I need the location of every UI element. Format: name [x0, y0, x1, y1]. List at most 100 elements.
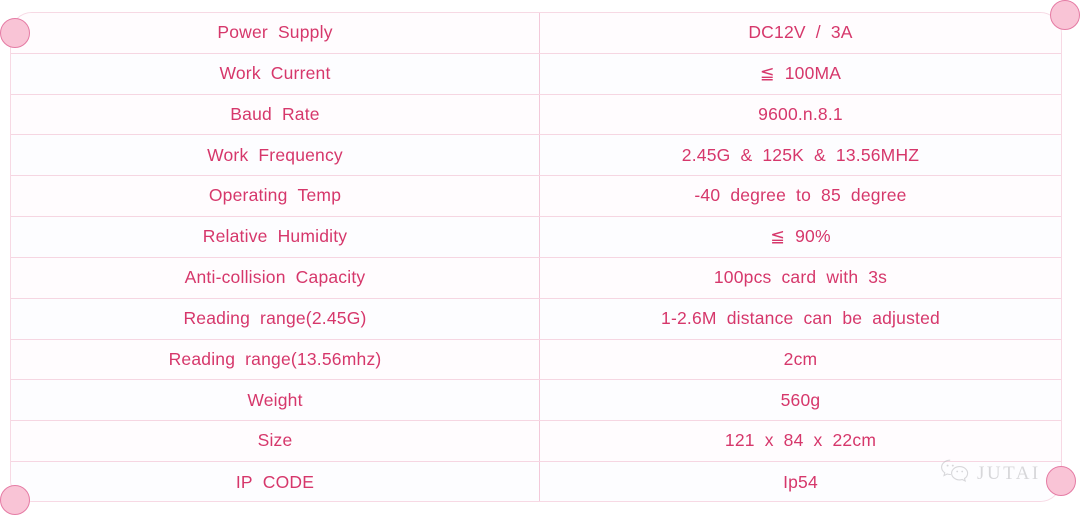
spec-value-cell-token: 100pcs: [713, 267, 772, 288]
corner-dot-bottom-right: [1046, 466, 1076, 496]
specifications-table: Power Supply DC12V / 3A Work Current ≦ 100MA Baud…: [10, 12, 1062, 502]
spec-label-cell-token: Power: [217, 22, 268, 43]
table-row: Weight 560g: [11, 380, 1061, 422]
spec-value-cell-token: 2cm: [783, 348, 818, 369]
spec-sheet-canvas: Power Supply DC12V / 3A Work Current ≦ 100MA Baud…: [0, 0, 1080, 517]
spec-label-cell-token: Operating: [208, 185, 288, 206]
spec-value-cell-token: be: [842, 307, 863, 328]
spec-label-cell: IP CODE: [11, 462, 540, 501]
spec-label-cell-token: Baud: [230, 103, 272, 124]
spec-label-cell-token: Rate: [281, 103, 320, 124]
spec-label-cell-token: range(2.45G): [260, 307, 367, 328]
spec-value-cell-token: to: [796, 185, 812, 206]
spec-value-cell-token: card: [781, 267, 817, 288]
spec-value-cell-token: with: [826, 267, 859, 288]
spec-value-cell-token: 1-2.6M: [661, 307, 717, 328]
spec-value-cell-token: /: [815, 22, 821, 43]
spec-value-cell: 2cm: [540, 340, 1061, 380]
spec-value-cell-token: can: [803, 307, 833, 328]
table-row: Size 121 x 84 x 22cm: [11, 421, 1061, 463]
corner-dot-top-left: [0, 18, 30, 48]
spec-label-cell-token: Supply: [277, 22, 333, 43]
spec-label-cell-token: Anti-collision: [184, 267, 286, 288]
spec-value-cell: DC12V / 3A: [540, 13, 1061, 53]
spec-label-cell: Size: [11, 421, 540, 462]
spec-value-cell: -40 degree to 85 degree: [540, 176, 1061, 216]
spec-value-cell: 2.45G & 125K & 13.56MHZ: [540, 135, 1061, 175]
spec-value-cell-token: 9600.n.8.1: [758, 103, 843, 124]
spec-value-cell-token: distance: [726, 307, 794, 328]
table-row: Reading range(2.45G) 1-2.6M distance can be ad…: [11, 298, 1061, 340]
spec-label-cell-token: CODE: [262, 471, 315, 492]
spec-value-cell-token: Ip54: [783, 471, 818, 492]
spec-value-cell: ≦ 100MA: [540, 54, 1061, 94]
spec-value-cell-token: 125K: [762, 144, 805, 165]
spec-value-cell-token: 3s: [868, 267, 888, 288]
watermark-brand: JUTAI: [977, 462, 1041, 484]
spec-value-cell: 9600.n.8.1: [540, 95, 1061, 135]
spec-label-cell-token: Relative: [202, 226, 268, 247]
spec-value-cell-token: ≦: [770, 226, 786, 247]
spec-label-cell: Power Supply: [11, 13, 540, 53]
spec-label-cell-token: Weight: [247, 389, 303, 410]
table-row: Relative Humidity ≦ 90%: [11, 217, 1061, 258]
spec-label-cell: Reading range(13.56mhz): [11, 339, 540, 380]
spec-label-cell-token: Frequency: [258, 144, 343, 165]
spec-value-cell-token: 2.45G: [681, 144, 731, 165]
spec-label-cell: Reading range(2.45G): [11, 298, 540, 339]
spec-label-cell: Relative Humidity: [11, 217, 540, 257]
spec-value-cell-token: 85: [821, 185, 841, 206]
spec-label-cell: Anti-collision Capacity: [11, 257, 540, 298]
spec-value-cell-token: degree: [730, 185, 787, 206]
spec-value-cell-token: degree: [850, 185, 907, 206]
spec-value-cell-token: 3A: [830, 22, 853, 43]
table-row: Power Supply DC12V / 3A: [11, 13, 1061, 54]
spec-label-cell: Baud Rate: [11, 94, 540, 135]
spec-label-cell-token: Size: [257, 430, 293, 451]
spec-label-cell-token: range(13.56mhz): [245, 348, 382, 369]
table-row: Reading range(13.56mhz) 2cm: [11, 339, 1061, 381]
spec-value-cell-token: 121: [724, 430, 755, 451]
spec-label-cell: Work Frequency: [11, 135, 540, 176]
spec-value-cell-token: 13.56MHZ: [835, 144, 920, 165]
spec-value-cell-token: 560g: [780, 389, 821, 410]
spec-label-cell-token: Work: [207, 144, 249, 165]
spec-value-cell: 121 x 84 x 22cm: [540, 421, 1061, 461]
spec-value-cell: 100pcs card with 3s: [540, 258, 1061, 298]
spec-label-cell-token: Work: [219, 62, 261, 83]
spec-value-cell-token: x: [813, 430, 823, 451]
spec-value-cell: 560g: [540, 380, 1061, 420]
wechat-icon: [940, 458, 970, 489]
spec-value-cell-token: 84: [783, 430, 804, 451]
spec-value-cell-token: ≦: [759, 62, 775, 83]
spec-label-cell-token: Temp: [297, 185, 342, 206]
table-row: Work Frequency 2.45G & 125K & 13.56MHZ: [11, 135, 1061, 177]
spec-label-cell: Work Current: [11, 53, 540, 94]
spec-value-cell-token: 100MA: [784, 62, 842, 83]
spec-value-cell-token: &: [814, 144, 826, 165]
corner-dot-bottom-left: [0, 485, 30, 515]
spec-label-cell-token: Reading: [168, 348, 236, 369]
table-row: Baud Rate 9600.n.8.1: [11, 94, 1061, 136]
table-row: Anti-collision Capacity 100pcs card with 3s: [11, 257, 1061, 299]
spec-value-cell: 1-2.6M distance can be adjusted: [540, 299, 1061, 339]
spec-value-cell-token: -40: [694, 185, 721, 206]
table-row: IP CODE Ip54: [11, 462, 1061, 501]
watermark: JUTAI: [940, 458, 1041, 489]
table-row: Operating Temp -40 degree to 85 degree: [11, 176, 1061, 218]
spec-label-cell-token: Current: [270, 62, 331, 83]
spec-label-cell-token: Humidity: [277, 226, 348, 247]
spec-label-cell-token: IP: [235, 471, 253, 492]
corner-dot-top-right: [1050, 0, 1080, 30]
spec-value-cell: ≦ 90%: [540, 217, 1061, 257]
spec-label-cell-token: Capacity: [295, 267, 366, 288]
spec-value-cell-token: 22cm: [832, 430, 877, 451]
spec-value-cell-token: adjusted: [872, 307, 940, 328]
spec-value-cell-token: DC12V: [748, 22, 806, 43]
spec-label-cell: Operating Temp: [11, 176, 540, 217]
spec-value-cell-token: &: [740, 144, 753, 165]
spec-value-cell-token: x: [764, 430, 774, 451]
spec-label-cell-token: Reading: [183, 307, 251, 328]
spec-label-cell: Weight: [11, 380, 540, 421]
table-row: Work Current ≦ 100MA: [11, 53, 1061, 95]
